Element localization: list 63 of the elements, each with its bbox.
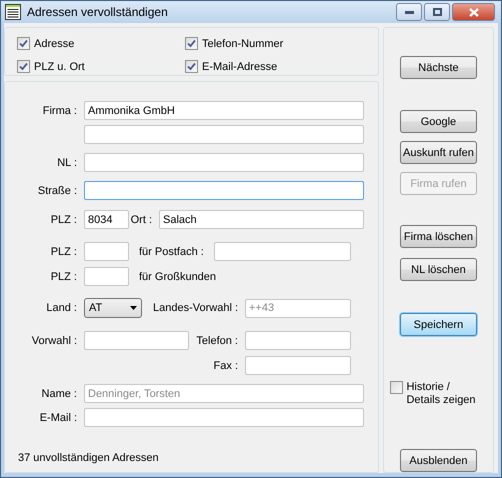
minimize-icon: [404, 10, 414, 14]
field-label: Fax :: [212, 360, 239, 372]
input-field[interactable]: [245, 356, 351, 375]
maximize-icon: [432, 8, 442, 16]
close-button[interactable]: [452, 3, 495, 21]
check-icon: [187, 39, 196, 48]
status-text: 37 unvollständigen Adressen: [18, 452, 160, 464]
field-label: Firma :: [42, 104, 78, 116]
action-button[interactable]: Ausblenden: [400, 449, 477, 472]
maximize-button[interactable]: [424, 3, 450, 21]
action-button[interactable]: Firma löschen: [400, 225, 477, 248]
action-button[interactable]: Google: [400, 110, 477, 133]
input-field[interactable]: [84, 242, 129, 261]
field-label: NL :: [56, 156, 78, 168]
field-label: PLZ :: [50, 270, 78, 282]
country-dropdown[interactable]: AT: [84, 298, 142, 318]
action-button[interactable]: Nächste: [400, 56, 477, 79]
field-label: PLZ :: [50, 214, 78, 226]
input-field[interactable]: [84, 153, 364, 172]
input-field[interactable]: 8034: [84, 210, 129, 229]
action-button[interactable]: Auskunft rufen: [400, 141, 477, 164]
checkbox[interactable]: [185, 37, 198, 50]
input-field[interactable]: [84, 125, 364, 144]
input-field[interactable]: [84, 331, 189, 350]
field-label: Landes-Vorwahl :: [152, 302, 239, 314]
checkbox-label: Historie / Details zeigen: [406, 381, 477, 407]
input-field[interactable]: [84, 267, 129, 286]
check-icon: [187, 62, 196, 71]
checkbox-label: Adresse: [34, 38, 74, 50]
checkbox-label: PLZ u. Ort: [34, 60, 85, 72]
window-title: Adressen vervollständigen: [27, 5, 169, 19]
checkbox[interactable]: [17, 37, 30, 50]
close-icon: [468, 8, 478, 16]
input-field[interactable]: [84, 181, 364, 200]
notepad-icon: [5, 4, 21, 20]
checkbox-label: E-Mail-Adresse: [202, 60, 278, 72]
caret-icon: [130, 306, 137, 310]
field-label: Straße :: [36, 184, 78, 196]
field-label: für Postfach :: [139, 246, 205, 258]
input-field[interactable]: Ammonika GmbH: [84, 101, 364, 120]
checkbox[interactable]: [17, 60, 30, 73]
field-label: Telefon :: [195, 334, 239, 346]
field-label: Vorwahl :: [30, 334, 78, 346]
input-field[interactable]: Denninger, Torsten: [84, 384, 364, 403]
action-button[interactable]: Speichern: [400, 313, 477, 336]
checkbox[interactable]: [390, 381, 404, 394]
check-icon: [19, 39, 28, 48]
checkbox[interactable]: [185, 60, 198, 73]
field-label: Ort :: [130, 214, 153, 226]
field-label: PLZ :: [50, 246, 78, 258]
input-field[interactable]: [245, 331, 351, 350]
field-label: Land :: [45, 302, 78, 314]
field-label: E-Mail :: [38, 412, 78, 424]
field-label: Name :: [40, 388, 78, 400]
input-field[interactable]: [214, 242, 351, 261]
minimize-button[interactable]: [396, 3, 422, 21]
input-field[interactable]: Salach: [159, 210, 364, 229]
checkbox-label: Telefon-Nummer: [202, 38, 284, 50]
action-button[interactable]: NL löschen: [400, 258, 477, 281]
input-field[interactable]: [84, 408, 364, 427]
check-icon: [19, 62, 28, 71]
field-label: für Großkunden: [139, 270, 218, 282]
input-field[interactable]: ++43: [245, 298, 351, 318]
